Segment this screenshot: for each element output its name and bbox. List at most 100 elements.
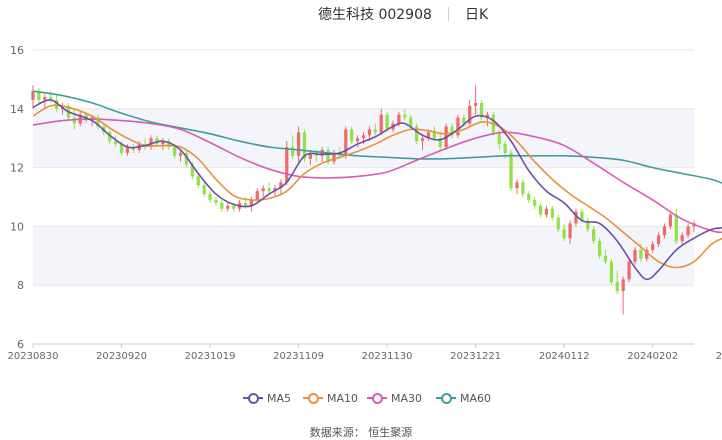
candle-body (568, 223, 572, 239)
data-source: 数据来源： 恒生聚源 (309, 426, 413, 439)
candle-body (474, 102, 478, 106)
legend-item-ma5[interactable]: MA5 (243, 390, 291, 406)
x-tick-label: 20231130 (362, 351, 413, 362)
candlestick-chart: 6 8 10 12 14 16 20230830 20230920 20231019 20231… (8, 44, 722, 362)
candle-body (656, 235, 661, 245)
candle-body (361, 135, 366, 139)
candle-body (639, 249, 643, 259)
candle-body (31, 91, 35, 100)
candle-body (208, 194, 212, 200)
candle-body (373, 129, 377, 133)
legend-item-ma60[interactable]: MA60 (436, 390, 491, 406)
candle-body (397, 114, 401, 124)
candle-body (544, 208, 549, 215)
y-axis: 6 8 10 12 14 16 (10, 44, 24, 351)
grid-lines (33, 49, 694, 345)
x-tick-label: 20231109 (273, 351, 324, 362)
legend-dot-icon (308, 393, 319, 404)
candle-body (633, 249, 637, 262)
candle-body (603, 255, 608, 262)
candle-body (662, 226, 667, 236)
y-tick-label: 10 (10, 220, 24, 233)
candle-body (592, 229, 596, 242)
candle-body (686, 226, 690, 236)
candle-body (350, 129, 354, 142)
candle-body (668, 214, 673, 227)
x-tick-label: 20230920 (96, 351, 147, 362)
candle-body (420, 138, 425, 142)
candle-body (296, 132, 301, 156)
candle-body (232, 205, 236, 209)
candle-body (379, 114, 383, 133)
y-tick-label: 12 (10, 162, 24, 175)
legend-marker-icon (243, 393, 263, 404)
candle-body (196, 176, 200, 186)
candle-body (43, 97, 47, 100)
candle-body (355, 138, 360, 142)
legend: MA5 MA10 MA30 MA60 (0, 390, 722, 406)
legend-marker-icon (436, 393, 456, 404)
legend-item-ma10[interactable]: MA10 (303, 390, 358, 406)
candle-body (267, 188, 271, 192)
candle-body (432, 132, 436, 139)
legend-label: MA30 (391, 391, 423, 405)
y-tick-label: 16 (10, 44, 24, 57)
x-tick-label: 20240202 (627, 351, 678, 362)
candle-body (609, 261, 613, 283)
x-tick-label: 20231019 (185, 351, 236, 362)
candle-body (367, 129, 372, 136)
candle-body (243, 202, 248, 206)
legend-label: MA60 (460, 391, 492, 405)
candle-body (214, 199, 218, 203)
x-tick-label: 20230830 (8, 351, 59, 362)
candle-body (220, 202, 224, 209)
candle-body (621, 279, 625, 292)
y-tick-label: 14 (10, 103, 24, 116)
candle-body (497, 132, 501, 145)
candle-body (562, 229, 566, 239)
candle-body (550, 208, 554, 218)
y-tick-label: 8 (17, 279, 24, 292)
candle-body (615, 282, 619, 292)
candle-body (627, 261, 631, 280)
candle-body (385, 114, 389, 130)
candle-body (226, 205, 230, 209)
candle-body (533, 199, 537, 206)
x-tick-label: 20231221 (450, 351, 501, 362)
candle-body (178, 152, 183, 156)
candle-body (509, 152, 513, 189)
candle-body (403, 114, 407, 118)
candle-body (503, 144, 507, 153)
candle-body (202, 185, 206, 195)
legend-marker-icon (303, 393, 323, 404)
candle-body (538, 205, 543, 215)
candle-body (527, 194, 531, 200)
x-axis: 20230830 20230920 20231019 20231109 20231130… (8, 343, 722, 362)
legend-dot-icon (372, 393, 383, 404)
candle-body (651, 244, 655, 250)
legend-item-ma30[interactable]: MA30 (367, 390, 422, 406)
candle-body (72, 117, 76, 124)
candle-body (344, 129, 348, 156)
legend-marker-icon (367, 393, 387, 404)
candle-body (261, 188, 265, 192)
legend-label: MA10 (327, 391, 359, 405)
legend-dot-icon (441, 393, 452, 404)
legend-label: MA5 (267, 391, 292, 405)
candle-body (521, 182, 525, 195)
candle-body (285, 147, 289, 183)
candle-body (674, 214, 678, 242)
candle-body (291, 147, 295, 156)
candle-body (515, 182, 519, 189)
y-tick-label: 6 (17, 338, 24, 351)
candle-body (255, 191, 259, 200)
x-tick-label: 20240301 (716, 351, 722, 362)
legend-dot-icon (248, 393, 259, 404)
candle-body (680, 235, 684, 242)
candle-body (456, 117, 460, 136)
candle-body (597, 241, 602, 256)
candle-body (173, 147, 177, 156)
candle-body (556, 217, 560, 230)
candle-body (409, 117, 413, 127)
x-tick-label: 20240112 (539, 351, 590, 362)
